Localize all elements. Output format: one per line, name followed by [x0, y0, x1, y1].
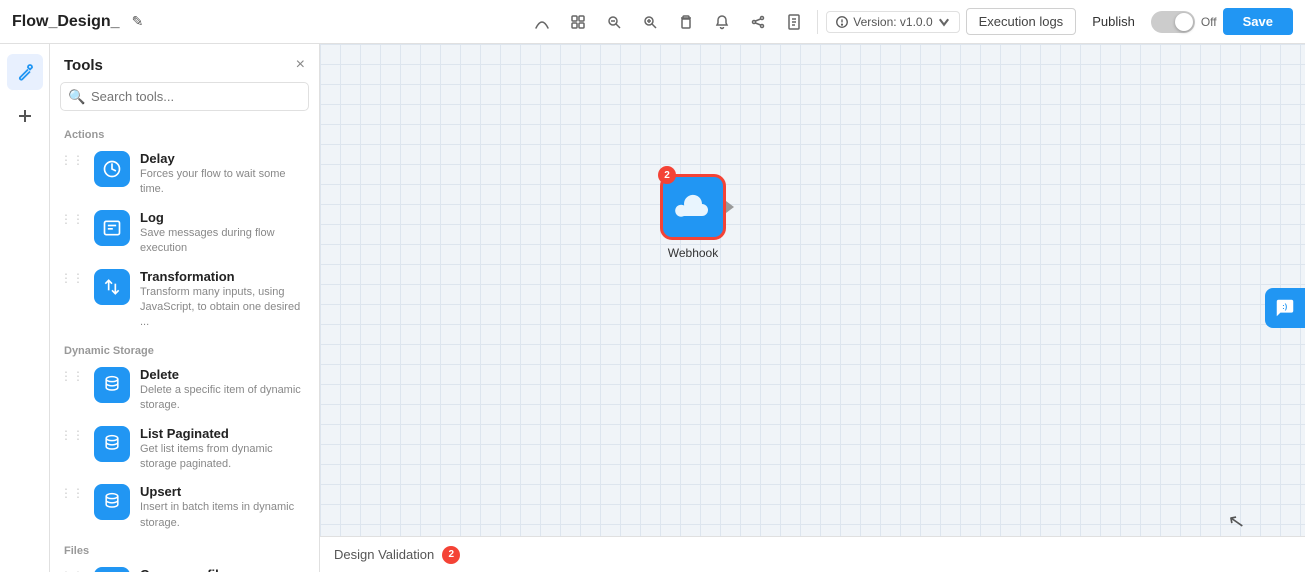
tool-name: List Paginated [140, 426, 309, 441]
webhook-node[interactable]: 2 Webhook [660, 174, 726, 260]
tool-desc: Save messages during flow execution [140, 226, 309, 257]
delete-icon [94, 367, 130, 403]
add-sidebar-button[interactable] [7, 98, 43, 134]
tool-name: Log [140, 210, 309, 225]
curve-tool-button[interactable] [527, 7, 557, 37]
node-connector[interactable] [723, 200, 737, 214]
drag-handle: ⋮⋮ [60, 210, 84, 226]
tool-desc: Forces your flow to wait some time. [140, 167, 309, 198]
cursor-icon: ↖ [1226, 508, 1247, 536]
tool-name: Delay [140, 151, 309, 166]
execution-logs-button[interactable]: Execution logs [966, 8, 1077, 35]
tools-close-button[interactable]: × [296, 56, 305, 74]
svg-text::): :) [1282, 302, 1287, 311]
drag-handle: ⋮⋮ [60, 269, 84, 285]
chat-widget-button[interactable]: :) [1265, 288, 1305, 328]
toggle-label: Off [1201, 15, 1217, 29]
tool-item-compress-files[interactable]: ⋮⋮ Compress files Compress files to zip … [50, 561, 319, 572]
tools-panel: Tools × 🔍 Actions ⋮⋮ Delay Forces your f… [50, 44, 320, 572]
tool-item-list-paginated[interactable]: ⋮⋮ List Paginated Get list items from dy… [50, 420, 319, 479]
log-icon [94, 210, 130, 246]
zoom-in-button[interactable] [635, 7, 665, 37]
version-label: Version: v1.0.0 [853, 15, 932, 29]
delay-icon [94, 151, 130, 187]
node-error-badge: 2 [658, 166, 676, 184]
tool-item-delete[interactable]: ⋮⋮ Delete Delete a specific item of dyna… [50, 361, 319, 420]
tool-name: Delete [140, 367, 309, 382]
main: Tools × 🔍 Actions ⋮⋮ Delay Forces your f… [0, 44, 1305, 572]
tool-desc: Delete a specific item of dynamic storag… [140, 383, 309, 414]
section-files-label: Files [50, 537, 319, 561]
notification-button[interactable] [707, 7, 737, 37]
tools-panel-title: Tools [64, 57, 103, 74]
section-dynamic-storage-label: Dynamic Storage [50, 337, 319, 361]
transformation-icon [94, 269, 130, 305]
upsert-icon [94, 484, 130, 520]
drag-handle: ⋮⋮ [60, 567, 84, 572]
edit-icon[interactable]: ✎ [132, 13, 144, 30]
tools-header: Tools × [50, 44, 319, 82]
node-label: Webhook [668, 246, 718, 260]
tool-item-upsert[interactable]: ⋮⋮ Upsert Insert in batch items in dynam… [50, 478, 319, 537]
drag-handle: ⋮⋮ [60, 151, 84, 167]
tools-search-input[interactable] [60, 82, 309, 111]
grid-tool-button[interactable] [563, 7, 593, 37]
tool-desc: Get list items from dynamic storage pagi… [140, 442, 309, 473]
header: Flow_Design_ ✎ [0, 0, 1305, 44]
connector-arrow [726, 201, 734, 213]
toolbar-divider [817, 10, 818, 34]
active-toggle[interactable] [1151, 11, 1195, 33]
tool-item-log[interactable]: ⋮⋮ Log Save messages during flow executi… [50, 204, 319, 263]
search-icon: 🔍 [68, 88, 85, 105]
tool-desc: Transform many inputs, using JavaScript,… [140, 285, 309, 331]
publish-button[interactable]: Publish [1082, 9, 1145, 34]
compress-files-icon [94, 567, 130, 572]
tool-name: Transformation [140, 269, 309, 284]
tools-sidebar-button[interactable] [7, 54, 43, 90]
design-validation-badge: 2 [442, 546, 460, 564]
tool-name: Compress files [140, 567, 309, 572]
drag-handle: ⋮⋮ [60, 484, 84, 500]
share-button[interactable] [743, 7, 773, 37]
version-badge[interactable]: Version: v1.0.0 [826, 11, 959, 33]
list-paginated-icon [94, 426, 130, 462]
tool-item-transformation[interactable]: ⋮⋮ Transformation Transform many inputs,… [50, 263, 319, 337]
tool-name: Upsert [140, 484, 309, 499]
page-button[interactable] [779, 7, 809, 37]
toggle-container: Off [1151, 11, 1217, 33]
zoom-out-button[interactable] [599, 7, 629, 37]
drag-handle: ⋮⋮ [60, 367, 84, 383]
left-sidebar [0, 44, 50, 572]
tool-item-delay[interactable]: ⋮⋮ Delay Forces your flow to wait some t… [50, 145, 319, 204]
drag-handle: ⋮⋮ [60, 426, 84, 442]
canvas[interactable]: 2 Webhook :) ↖ Design Validation [320, 44, 1305, 572]
tools-list: Actions ⋮⋮ Delay Forces your flow to wai… [50, 121, 319, 572]
page-title: Flow_Design_ [12, 13, 120, 31]
design-validation-label: Design Validation [334, 547, 434, 562]
section-actions-label: Actions [50, 121, 319, 145]
toggle-knob [1175, 13, 1193, 31]
delete-button[interactable] [671, 7, 701, 37]
save-button[interactable]: Save [1223, 8, 1293, 35]
tools-search: 🔍 [60, 82, 309, 111]
toolbar: Version: v1.0.0 Execution logs Publish O… [527, 7, 1293, 37]
tool-desc: Insert in batch items in dynamic storage… [140, 500, 309, 531]
node-box[interactable] [660, 174, 726, 240]
bottom-bar: Design Validation 2 [320, 536, 1305, 572]
